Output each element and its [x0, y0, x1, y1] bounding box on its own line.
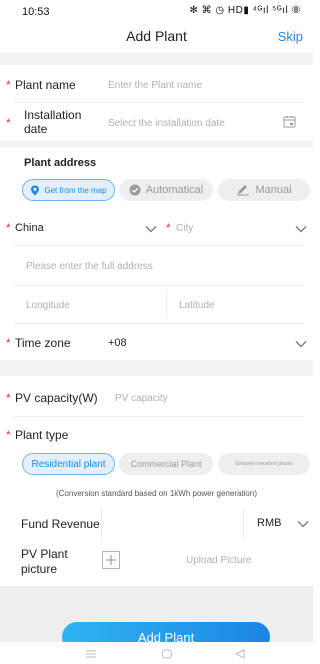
country-select[interactable]: China [15, 222, 44, 234]
installation-date-label-2: date [24, 122, 48, 136]
time-zone-select[interactable]: +08 [108, 337, 127, 349]
installation-date-row: * Installation date Select the installat… [0, 103, 313, 141]
back-icon[interactable] [234, 646, 246, 664]
tab-manual[interactable]: Manual [218, 179, 310, 201]
skip-button[interactable]: Skip [278, 29, 303, 44]
time-zone-label: Time zone [15, 336, 71, 350]
plant-address-heading: Plant address [24, 157, 97, 169]
required-mark: * [6, 221, 11, 235]
plant-type-ground-mounted[interactable]: Ground-mounted plants [218, 453, 310, 475]
chevron-down-icon[interactable] [295, 337, 307, 349]
plant-address-section: Plant address [0, 147, 313, 177]
plant-type-label: Plant type [15, 428, 69, 442]
chevron-down-icon[interactable] [145, 222, 157, 234]
required-mark: * [166, 221, 171, 235]
plant-name-input[interactable]: Enter the Plant name [108, 80, 202, 91]
tab-label: Get from the map [44, 185, 107, 195]
plant-type-option-label: Residential plant [31, 458, 106, 470]
pv-picture-label: PV Plant [21, 547, 68, 561]
plant-type-option-label: Commercial Plant [130, 459, 202, 469]
required-mark: * [6, 116, 11, 130]
status-bar: 10:53 ✻ ⌘ ◷ HD▮ ⁴ᴳıl ⁵ᴳıl ⑧ [0, 0, 313, 22]
status-time: 10:53 [22, 6, 50, 18]
section-gap [0, 360, 313, 376]
required-mark: * [6, 78, 11, 92]
chevron-down-icon[interactable] [295, 222, 307, 234]
chevron-down-icon[interactable] [297, 517, 309, 529]
upload-picture-button[interactable]: Upload Picture [186, 555, 252, 566]
menu-icon[interactable] [85, 646, 97, 664]
currency-select[interactable]: RMB [257, 517, 281, 529]
calendar-icon[interactable] [283, 115, 296, 133]
location-pin-icon [30, 185, 40, 196]
country-city-row: * China * City [0, 208, 313, 246]
header: Add Plant Skip [0, 22, 313, 52]
installation-date-label: Installation [24, 108, 82, 122]
plant-type-option-label: Ground-mounted plants [235, 461, 293, 467]
pencil-icon [236, 184, 250, 196]
pv-picture-row: PV Plant picture Upload Picture [0, 541, 313, 581]
pv-capacity-row: * PV capacity(W) PV capacity [0, 381, 313, 417]
fund-revenue-row: Fund Revenue RMB [0, 505, 313, 541]
status-icons: ✻ ⌘ ◷ HD▮ ⁴ᴳıl ⁵ᴳıl ⑧ [189, 5, 301, 16]
fund-revenue-label: Fund Revenue [21, 517, 100, 531]
full-address-input[interactable]: Please enter the full address [26, 261, 153, 272]
pv-capacity-input[interactable]: PV capacity [115, 393, 168, 404]
time-zone-row: * Time zone +08 [0, 324, 313, 360]
system-nav-bar [0, 642, 313, 664]
page-title: Add Plant [126, 28, 187, 44]
city-select[interactable]: City [176, 223, 193, 234]
pv-picture-label-2: picture [21, 562, 58, 576]
divider [243, 507, 244, 539]
conversion-note: (Conversion standard based on 1kWh power… [55, 489, 257, 498]
home-icon[interactable] [161, 646, 173, 664]
add-picture-icon[interactable] [102, 551, 120, 569]
plant-type-row: * Plant type [0, 420, 313, 450]
section-gap [0, 53, 313, 65]
footer: Add Plant [0, 586, 313, 652]
tab-label: Manual [255, 184, 292, 196]
plant-type-commercial[interactable]: Commercial Plant [119, 453, 213, 475]
installation-date-input[interactable]: Select the installation date [108, 118, 225, 129]
tab-label: Automatical [145, 184, 204, 196]
longitude-input[interactable]: Longitude [26, 300, 70, 311]
plant-type-residential[interactable]: Residential plant [22, 453, 115, 475]
required-mark: * [6, 428, 11, 442]
check-circle-icon [129, 184, 141, 196]
divider [166, 290, 167, 318]
required-mark: * [6, 336, 11, 350]
tab-get-from-map[interactable]: Get from the map [22, 179, 115, 201]
pv-capacity-label: PV capacity(W) [15, 391, 98, 405]
plant-name-row: * Plant name Enter the Plant name [0, 65, 313, 103]
divider [14, 416, 303, 417]
plant-name-label: Plant name [15, 78, 76, 92]
latitude-input[interactable]: Latitude [179, 300, 215, 311]
divider [101, 507, 102, 539]
required-mark: * [6, 391, 11, 405]
full-address-row: Please enter the full address [0, 246, 313, 286]
tab-automatical[interactable]: Automatical [119, 179, 213, 201]
coordinates-row: Longitude Latitude [0, 286, 313, 324]
